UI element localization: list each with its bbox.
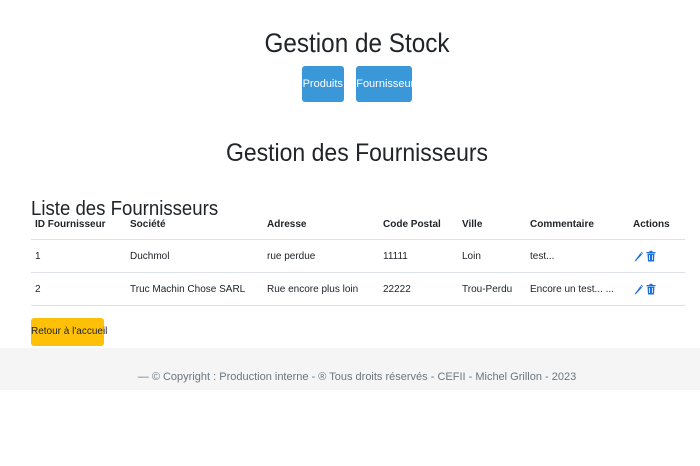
suppliers-table: ID Fournisseur Société Adresse Code Post… bbox=[31, 209, 685, 306]
table-row: 2 Truc Machin Chose SARL Rue encore plus… bbox=[31, 272, 685, 306]
cell-id: 1 bbox=[31, 239, 126, 273]
fournisseurs-button[interactable]: Fournisseurs bbox=[356, 66, 420, 102]
pencil-icon[interactable] bbox=[633, 250, 643, 262]
trash-icon[interactable] bbox=[646, 283, 656, 295]
cell-ville: Trou-Perdu bbox=[458, 272, 526, 306]
pencil-icon[interactable] bbox=[633, 283, 643, 295]
main-nav: Produits Fournisseurs bbox=[0, 66, 700, 102]
cell-ville: Loin bbox=[458, 239, 526, 273]
column-header-societe: Société bbox=[126, 209, 263, 240]
app-title: Gestion de Stock bbox=[264, 28, 450, 59]
cell-societe: Duchmol bbox=[126, 239, 263, 273]
footer-copyright: — © Copyright : Production interne - ® T… bbox=[137, 371, 577, 383]
cell-commentaire: test... bbox=[526, 239, 629, 273]
table-header-row: ID Fournisseur Société Adresse Code Post… bbox=[31, 209, 685, 240]
cell-code-postal: 11111 bbox=[379, 239, 458, 273]
column-header-code-postal: Code Postal bbox=[379, 209, 458, 240]
cell-adresse: Rue encore plus loin bbox=[263, 272, 379, 306]
cell-adresse: rue perdue bbox=[263, 239, 379, 273]
cell-actions bbox=[629, 239, 685, 273]
trash-icon[interactable] bbox=[646, 250, 656, 262]
column-header-id: ID Fournisseur bbox=[31, 209, 126, 240]
cell-code-postal: 22222 bbox=[379, 272, 458, 306]
home-button[interactable]: Retour à l'accueil bbox=[31, 318, 107, 346]
column-header-ville: Ville bbox=[458, 209, 526, 240]
table-row: 1 Duchmol rue perdue 11111 Loin test... bbox=[31, 239, 685, 273]
produits-button[interactable]: Produits bbox=[301, 66, 344, 102]
page-heading: Gestion des Fournisseurs bbox=[225, 138, 489, 167]
cell-id: 2 bbox=[31, 272, 126, 306]
footer: — © Copyright : Production interne - ® T… bbox=[0, 348, 700, 390]
column-header-commentaire: Commentaire bbox=[526, 209, 629, 240]
column-header-adresse: Adresse bbox=[263, 209, 379, 240]
cell-actions bbox=[629, 272, 685, 306]
cell-commentaire: Encore un test... ... bbox=[526, 272, 629, 306]
cell-societe: Truc Machin Chose SARL bbox=[126, 272, 263, 306]
column-header-actions: Actions bbox=[629, 209, 685, 240]
